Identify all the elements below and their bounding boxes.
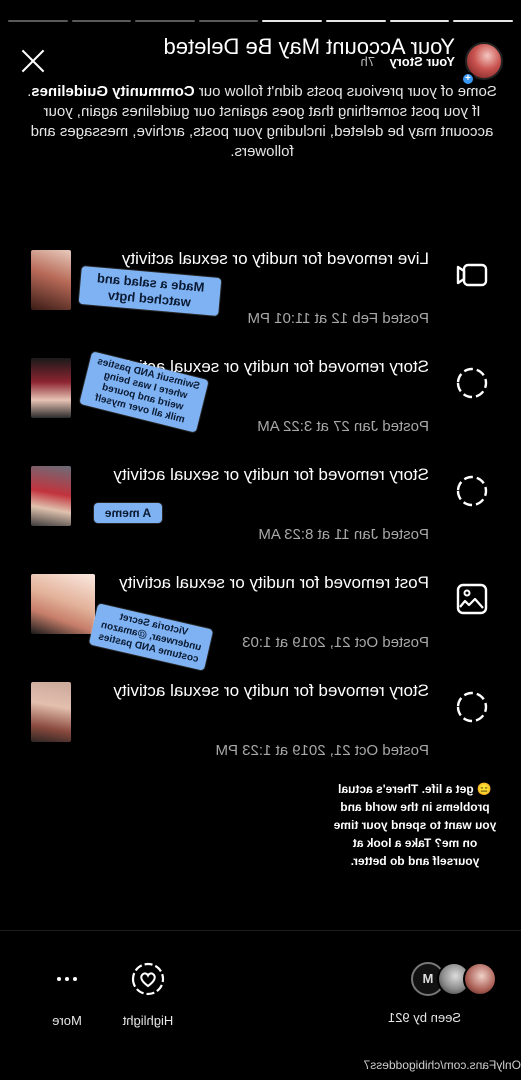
content-thumbnail[interactable]: [31, 250, 71, 310]
highlight-button[interactable]: Highlight: [108, 962, 188, 1028]
caption-sticker: A meme: [94, 503, 162, 523]
close-icon[interactable]: [18, 46, 48, 76]
violation-date: Posted Oct 21, 2019 at 1:23 PM: [215, 742, 429, 759]
intro-text: Some of your previous posts didn't follo…: [194, 83, 497, 100]
page-title: Your Account May Be Deleted: [163, 34, 455, 59]
progress-segment: [389, 20, 450, 22]
progress-segment: [453, 20, 513, 22]
avatar: [463, 962, 497, 996]
progress-segment: [135, 20, 195, 22]
violation-heading: Post removed for nudity or sexual activi…: [119, 573, 429, 592]
content-thumbnail[interactable]: [31, 574, 95, 634]
violation-heading: Story removed for nudity or sexual activ…: [113, 681, 429, 700]
violation-date: Posted Jan 27 at 3:22 AM: [257, 418, 429, 435]
story-ring-icon: [456, 691, 488, 723]
violation-heading: Live removed for nudity or sexual activi…: [121, 249, 429, 268]
watermark: OnlyFans.com/chibigoddess7: [363, 1058, 521, 1072]
story-ring-icon: [456, 367, 488, 399]
highlight-label: Highlight: [122, 1013, 174, 1028]
seen-count: Seen by 921: [387, 1010, 461, 1025]
progress-segment: [8, 20, 68, 22]
progress-segment: [71, 20, 132, 22]
guidelines-intro: Some of your previous posts didn't follo…: [27, 82, 497, 162]
community-guidelines-link[interactable]: Community Guidelines: [31, 83, 194, 100]
progress-segment: [262, 20, 323, 22]
more-dots-icon: [57, 977, 77, 981]
progress-segment: [198, 20, 259, 22]
content-thumbnail[interactable]: [31, 466, 71, 526]
image-icon: [456, 583, 488, 615]
content-thumbnail[interactable]: [31, 682, 71, 742]
violation-row[interactable]: Story removed for nudity or sexual activ…: [0, 464, 521, 564]
seen-by[interactable]: Seen by 921: [387, 962, 497, 1025]
rant-caption: 😑 get a life. There's actual problems in…: [333, 782, 497, 868]
mirrored-screen: + Your Story 7h Your Account May Be Dele…: [0, 0, 521, 1080]
violation-row[interactable]: Story removed for nudity or sexual activ…: [0, 680, 521, 780]
violation-date: Posted Oct 21, 2019 at 1:03: [242, 634, 429, 651]
content-thumbnail[interactable]: [31, 358, 71, 418]
violation-row[interactable]: Story removed for nudity or sexual activ…: [0, 356, 521, 456]
violation-row[interactable]: Post removed for nudity or sexual activi…: [0, 572, 521, 672]
bottom-divider: [0, 930, 521, 931]
violation-date: Posted Feb 12 at 11:01 PM: [247, 310, 429, 327]
violation-heading: Story removed for nudity or sexual activ…: [113, 465, 429, 484]
heart-circle-icon: [131, 962, 165, 996]
progress-segment: [326, 20, 386, 22]
more-button[interactable]: More: [27, 962, 107, 1028]
story-ring-icon: [456, 475, 488, 507]
story-progress-bar: [8, 20, 513, 23]
viewer-avatars: [387, 962, 497, 1002]
more-label: More: [52, 1013, 82, 1028]
live-camera-icon: [456, 263, 488, 287]
violation-date: Posted Jan 11 at 8:23 AM: [258, 526, 429, 543]
